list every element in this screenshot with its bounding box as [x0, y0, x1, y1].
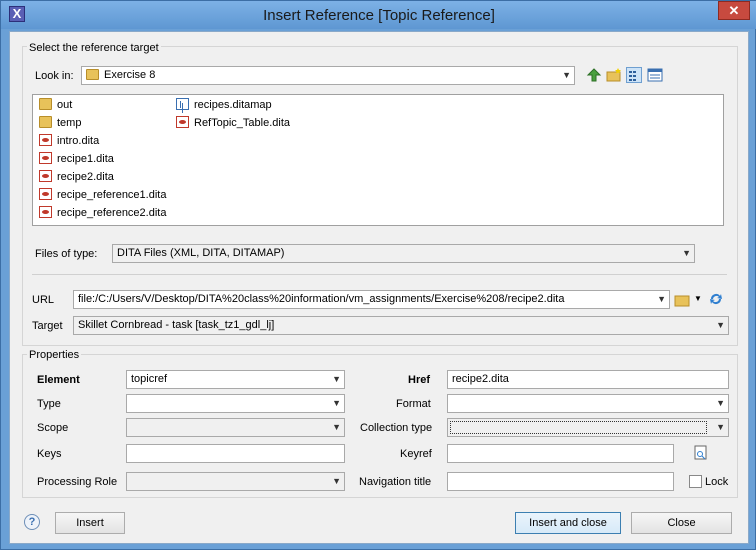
dita-file-icon — [39, 206, 52, 218]
chevron-down-icon: ▼ — [562, 70, 571, 80]
chevron-down-icon: ▼ — [716, 398, 725, 408]
file-name: recipe_reference2.dita — [57, 207, 167, 219]
list-item[interactable]: recipe_reference2.dita — [39, 205, 166, 221]
ditamap-file-icon — [176, 98, 189, 110]
file-name: recipe1.dita — [57, 153, 114, 165]
file-name: temp — [57, 117, 82, 129]
insert-and-close-button[interactable]: Insert and close — [515, 512, 621, 534]
new-folder-icon[interactable] — [606, 67, 622, 83]
collection-type-label: Collection type — [360, 422, 433, 434]
type-combo[interactable]: ▼ — [126, 394, 345, 413]
file-name: intro.dita — [57, 135, 100, 147]
list-view-icon[interactable] — [626, 67, 642, 83]
file-name: recipes.ditamap — [194, 99, 272, 111]
focus-outline — [450, 421, 707, 434]
up-folder-icon[interactable] — [586, 67, 602, 83]
lock-label: Lock — [705, 476, 729, 488]
look-in-value: Exercise 8 — [104, 69, 156, 81]
browse-folder-icon[interactable] — [674, 292, 690, 308]
dita-file-icon — [39, 152, 52, 164]
file-list[interactable]: out temp intro.dita recipe1.dita recipe2… — [32, 94, 724, 226]
dialog-window: X Insert Reference [Topic Reference] ✕ S… — [0, 0, 756, 550]
help-icon[interactable]: ? — [24, 514, 40, 530]
chevron-down-icon: ▼ — [332, 374, 341, 384]
folder-icon — [86, 69, 99, 80]
chevron-down-icon: ▼ — [716, 320, 725, 330]
refresh-icon[interactable] — [708, 291, 724, 307]
url-label: URL — [32, 294, 55, 306]
element-combo[interactable]: topicref ▼ — [126, 370, 345, 389]
collection-type-combo[interactable]: ▼ — [447, 418, 729, 437]
browse-dropdown-icon[interactable]: ▼ — [694, 294, 702, 303]
chevron-down-icon: ▼ — [332, 398, 341, 408]
title-bar[interactable]: X Insert Reference [Topic Reference] ✕ — [1, 1, 756, 29]
list-item[interactable]: out — [39, 97, 72, 113]
look-in-label: Look in: — [35, 70, 74, 82]
keys-field[interactable] — [126, 444, 345, 463]
window-title: Insert Reference [Topic Reference] — [263, 7, 495, 24]
file-name: recipe2.dita — [57, 171, 114, 183]
processing-role-combo[interactable]: ▼ — [126, 472, 345, 491]
look-in-combo[interactable]: Exercise 8 ▼ — [81, 66, 575, 85]
element-value: topicref — [131, 373, 168, 385]
details-view-icon[interactable] — [647, 67, 663, 83]
list-item[interactable]: temp — [39, 115, 81, 131]
navigation-title-field[interactable] — [447, 472, 674, 491]
chevron-down-icon: ▼ — [332, 476, 341, 486]
list-item[interactable]: RefTopic_Table.dita — [176, 115, 290, 131]
url-combo[interactable]: file:/C:/Users/V/Desktop/DITA%20class%20… — [73, 290, 670, 309]
href-field[interactable]: recipe2.dita — [447, 370, 729, 389]
file-name: out — [57, 99, 73, 111]
file-name: RefTopic_Table.dita — [194, 117, 291, 129]
target-value: Skillet Cornbread - task [task_tz1_gdl_l… — [78, 319, 275, 331]
file-name: recipe_reference1.dita — [57, 189, 167, 201]
navigation-title-label: Navigation title — [359, 476, 432, 488]
list-item[interactable]: recipe1.dita — [39, 151, 114, 167]
processing-role-label: Processing Role — [37, 476, 118, 488]
chevron-down-icon: ▼ — [332, 422, 341, 432]
files-of-type-value: DITA Files (XML, DITA, DITAMAP) — [117, 247, 285, 259]
target-label: Target — [32, 320, 63, 332]
window-close-button[interactable]: ✕ — [718, 1, 750, 20]
chevron-down-icon: ▼ — [716, 422, 725, 432]
url-value: file:/C:/Users/V/Desktop/DITA%20class%20… — [78, 293, 565, 305]
list-item[interactable]: intro.dita — [39, 133, 99, 149]
chevron-down-icon: ▼ — [657, 294, 666, 304]
files-of-type-label: Files of type: — [35, 248, 98, 260]
list-item[interactable]: recipes.ditamap — [176, 97, 272, 113]
chevron-down-icon: ▼ — [682, 248, 691, 258]
target-combo[interactable]: Skillet Cornbread - task [task_tz1_gdl_l… — [73, 316, 729, 335]
type-label: Type — [37, 398, 61, 410]
reference-target-group-label: Select the reference target — [27, 42, 161, 54]
lock-checkbox[interactable] — [689, 475, 702, 488]
list-item[interactable]: recipe2.dita — [39, 169, 114, 185]
files-of-type-combo[interactable]: DITA Files (XML, DITA, DITAMAP) ▼ — [112, 244, 695, 263]
element-label: Element — [37, 374, 80, 386]
format-label: Format — [396, 398, 431, 410]
href-label: Href — [408, 374, 431, 386]
properties-group-label: Properties — [27, 349, 82, 361]
close-button[interactable]: Close — [631, 512, 732, 534]
scope-combo[interactable]: ▼ — [126, 418, 345, 437]
list-item[interactable]: recipe_reference1.dita — [39, 187, 166, 203]
dita-file-icon — [39, 170, 52, 182]
dialog-body: Select the reference target Look in: Exe… — [9, 31, 749, 544]
folder-icon — [39, 116, 52, 128]
scope-label: Scope — [37, 422, 69, 434]
folder-icon — [39, 98, 52, 110]
format-combo[interactable]: ▼ — [447, 394, 729, 413]
choose-key-icon[interactable] — [693, 445, 709, 461]
keyref-field[interactable] — [447, 444, 674, 463]
dita-file-icon — [176, 116, 189, 128]
keys-label: Keys — [37, 448, 62, 460]
dita-file-icon — [39, 188, 52, 200]
insert-button[interactable]: Insert — [55, 512, 125, 534]
divider — [32, 274, 727, 275]
keyref-label: Keyref — [400, 448, 432, 460]
dita-file-icon — [39, 134, 52, 146]
